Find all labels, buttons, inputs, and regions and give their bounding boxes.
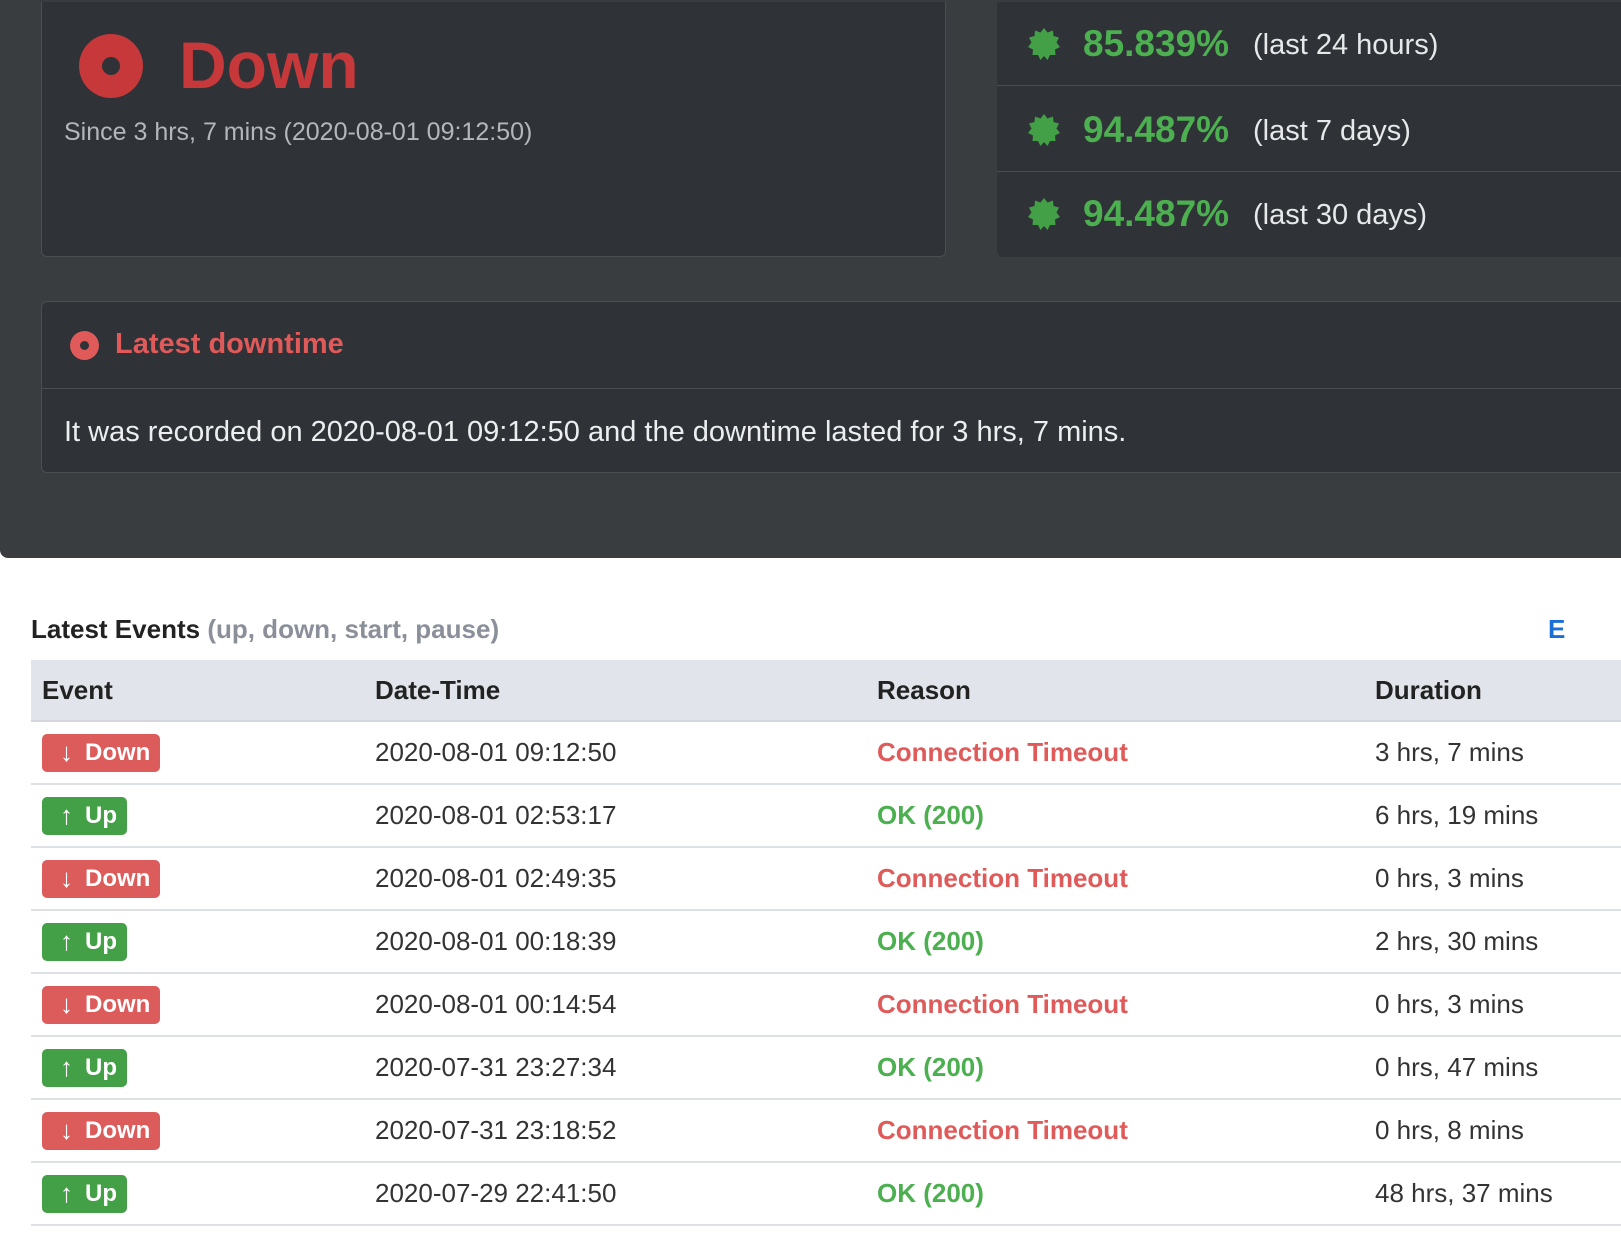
export-link[interactable]: E	[1548, 612, 1565, 646]
event-label: Up	[85, 927, 117, 955]
event-duration: 0 hrs, 47 mins	[1375, 1036, 1621, 1100]
table-row: ↓ Down 2020-08-01 02:49:35 Connection Tim…	[31, 847, 1621, 911]
latest-events-heading: Latest Events (up, down, start, pause)	[31, 612, 499, 646]
table-row: ↓ Down 2020-08-01 00:14:54 Connection Tim…	[31, 973, 1621, 1037]
uptime-period: (last 7 days)	[1253, 115, 1411, 147]
event-duration: 0 hrs, 8 mins	[1375, 1099, 1621, 1163]
events-table-header: Event Date-Time Reason Duration	[31, 660, 1621, 722]
column-header-reason: Reason	[877, 660, 1375, 722]
event-badge: ↑ Up	[42, 1174, 127, 1213]
event-badge: ↑ Up	[42, 796, 127, 835]
event-datetime: 2020-07-29 22:41:50	[375, 1162, 877, 1226]
downtime-status-icon	[70, 331, 99, 360]
event-label: Down	[85, 864, 151, 892]
down-status-icon	[79, 34, 143, 98]
uptime-card: 85.839% (last 24 hours) 94.487% (last 7 …	[997, 2, 1621, 257]
event-badge: ↓ Down	[42, 859, 161, 898]
latest-downtime-text: It was recorded on 2020-08-01 09:12:50 a…	[64, 416, 1127, 448]
event-duration: 48 hrs, 37 mins	[1375, 1162, 1621, 1226]
uptime-percent: 94.487%	[1083, 109, 1230, 150]
event-datetime: 2020-07-31 23:27:34	[375, 1036, 877, 1100]
table-row: ↑ Up 2020-08-01 00:18:39 OK (200) 2 hrs, …	[31, 910, 1621, 974]
event-label: Up	[85, 1053, 117, 1081]
events-heading-title: Latest Events	[31, 614, 201, 644]
arrow-down-icon: ↓	[60, 863, 73, 893]
event-duration: 0 hrs, 3 mins	[1375, 973, 1621, 1037]
arrow-up-icon: ↑	[60, 800, 73, 830]
status-since: Since 3 hrs, 7 mins (2020-08-01 09:12:50…	[64, 118, 533, 146]
event-reason: Connection Timeout	[877, 1099, 1375, 1163]
event-reason: Connection Timeout	[877, 973, 1375, 1037]
column-header-event: Event	[31, 660, 375, 722]
events-heading-subtitle: (up, down, start, pause)	[207, 614, 500, 644]
current-status-card: Down Since 3 hrs, 7 mins (2020-08-01 09:…	[41, 2, 946, 257]
latest-downtime-card: Latest downtime It was recorded on 2020-…	[41, 301, 1621, 473]
event-datetime: 2020-08-01 00:18:39	[375, 910, 877, 974]
status-title: Down	[179, 28, 359, 102]
arrow-down-icon: ↓	[60, 737, 73, 767]
event-reason: Connection Timeout	[877, 847, 1375, 911]
uptime-row-7d: 94.487% (last 7 days)	[997, 88, 1621, 172]
status-panel: Down Since 3 hrs, 7 mins (2020-08-01 09:…	[0, 0, 1621, 558]
table-row: ↓ Down 2020-08-01 09:12:50 Connection Tim…	[31, 721, 1621, 785]
event-label: Down	[85, 1116, 151, 1144]
badge-check-icon	[1028, 198, 1060, 230]
table-row: ↑ Up 2020-07-31 23:27:34 OK (200) 0 hrs, …	[31, 1036, 1621, 1100]
event-reason: OK (200)	[877, 1036, 1375, 1100]
events-table: Event Date-Time Reason Duration ↓ Down 20…	[31, 660, 1621, 1226]
column-header-datetime: Date-Time	[375, 660, 877, 722]
uptime-row-30d: 94.487% (last 30 days)	[997, 172, 1621, 256]
table-row: ↑ Up 2020-07-29 22:41:50 OK (200) 48 hrs,…	[31, 1162, 1621, 1226]
column-header-duration: Duration	[1375, 660, 1621, 722]
uptime-row-24h: 85.839% (last 24 hours)	[997, 2, 1621, 86]
event-datetime: 2020-08-01 02:53:17	[375, 784, 877, 848]
arrow-up-icon: ↑	[60, 926, 73, 956]
event-duration: 2 hrs, 30 mins	[1375, 910, 1621, 974]
event-label: Up	[85, 1179, 117, 1207]
uptime-period: (last 30 days)	[1253, 199, 1428, 231]
arrow-up-icon: ↑	[60, 1052, 73, 1082]
event-reason: OK (200)	[877, 784, 1375, 848]
table-row: ↑ Up 2020-08-01 02:53:17 OK (200) 6 hrs, …	[31, 784, 1621, 848]
badge-check-icon	[1028, 28, 1060, 60]
event-datetime: 2020-08-01 02:49:35	[375, 847, 877, 911]
event-badge: ↓ Down	[42, 1111, 161, 1150]
event-label: Up	[85, 801, 117, 829]
uptime-percent: 85.839%	[1083, 23, 1230, 64]
event-datetime: 2020-08-01 00:14:54	[375, 973, 877, 1037]
latest-downtime-title: Latest downtime	[115, 328, 344, 360]
event-datetime: 2020-07-31 23:18:52	[375, 1099, 877, 1163]
arrow-down-icon: ↓	[60, 1115, 73, 1145]
arrow-up-icon: ↑	[60, 1178, 73, 1208]
table-row: ↓ Down 2020-07-31 23:18:52 Connection Tim…	[31, 1099, 1621, 1163]
latest-downtime-header: Latest downtime	[42, 302, 1621, 389]
badge-check-icon	[1028, 114, 1060, 146]
event-badge: ↑ Up	[42, 922, 127, 961]
event-datetime: 2020-08-01 09:12:50	[375, 721, 877, 785]
event-badge: ↑ Up	[42, 1048, 127, 1087]
arrow-down-icon: ↓	[60, 989, 73, 1019]
uptime-percent: 94.487%	[1083, 193, 1230, 234]
event-reason: OK (200)	[877, 910, 1375, 974]
uptime-period: (last 24 hours)	[1253, 29, 1439, 61]
event-duration: 3 hrs, 7 mins	[1375, 721, 1621, 785]
event-badge: ↓ Down	[42, 733, 161, 772]
event-reason: Connection Timeout	[877, 721, 1375, 785]
event-badge: ↓ Down	[42, 985, 161, 1024]
event-label: Down	[85, 738, 151, 766]
event-label: Down	[85, 990, 151, 1018]
event-reason: OK (200)	[877, 1162, 1375, 1226]
event-duration: 6 hrs, 19 mins	[1375, 784, 1621, 848]
event-duration: 0 hrs, 3 mins	[1375, 847, 1621, 911]
